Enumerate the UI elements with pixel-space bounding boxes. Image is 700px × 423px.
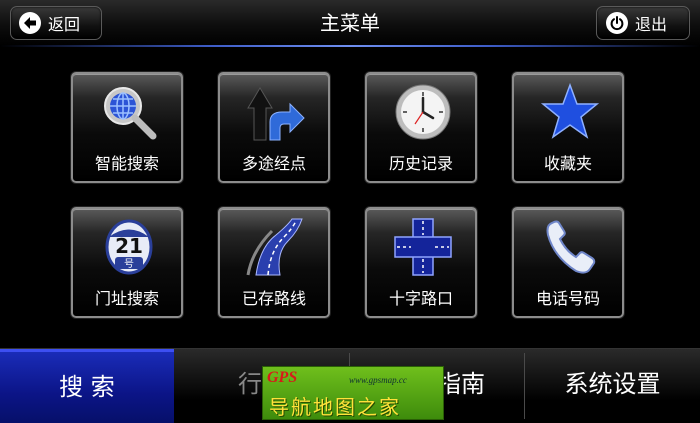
magnifier-globe-icon — [99, 82, 159, 142]
svg-text:21: 21 — [115, 234, 143, 258]
tab-system-settings[interactable]: 系统设置 — [525, 349, 700, 423]
back-arrow-icon — [19, 12, 41, 34]
tab-search[interactable]: 搜 索 — [0, 349, 174, 423]
crossroad-icon — [393, 217, 453, 277]
back-button-label: 返回 — [48, 15, 81, 34]
tile-favorites[interactable]: 收藏夹 — [512, 72, 624, 183]
tile-label: 多途经点 — [241, 154, 306, 173]
tile-label: 门址搜索 — [94, 289, 159, 308]
tile-label: 智能搜索 — [94, 154, 159, 173]
watermark-logo: GPS www.gpsmap.cc 导航地图之家 — [262, 366, 444, 420]
power-icon — [606, 12, 628, 34]
house-number-plate-icon: 21 号 — [99, 217, 159, 277]
tile-label: 已存路线 — [241, 289, 306, 308]
exit-button[interactable]: 退出 — [596, 6, 690, 40]
page-title: 主菜单 — [320, 11, 380, 35]
watermark-brand: GPS — [267, 369, 298, 386]
tile-history[interactable]: 历史记录 — [365, 72, 477, 183]
watermark-text: 导航地图之家 — [269, 395, 401, 419]
exit-button-label: 退出 — [635, 15, 668, 34]
tile-label: 电话号码 — [535, 289, 600, 308]
clock-icon — [393, 82, 453, 142]
tile-multi-waypoints[interactable]: 多途经点 — [218, 72, 330, 183]
back-button[interactable]: 返回 — [10, 6, 102, 40]
phone-icon — [540, 217, 600, 277]
svg-text:号: 号 — [124, 258, 134, 270]
tile-label: 十字路口 — [388, 289, 453, 308]
tile-smart-search[interactable]: 智能搜索 — [71, 72, 183, 183]
tile-label: 历史记录 — [388, 154, 453, 173]
route-arrows-icon — [246, 82, 306, 142]
tile-saved-routes[interactable]: 已存路线 — [218, 207, 330, 318]
tile-address-search[interactable]: 21 号 门址搜索 — [71, 207, 183, 318]
tile-label: 收藏夹 — [543, 154, 592, 173]
tile-phone-number[interactable]: 电话号码 — [512, 207, 624, 318]
tile-crossroad[interactable]: 十字路口 — [365, 207, 477, 318]
star-icon — [540, 82, 600, 142]
road-icon — [246, 217, 306, 277]
watermark-url: www.gpsmap.cc — [349, 375, 407, 385]
